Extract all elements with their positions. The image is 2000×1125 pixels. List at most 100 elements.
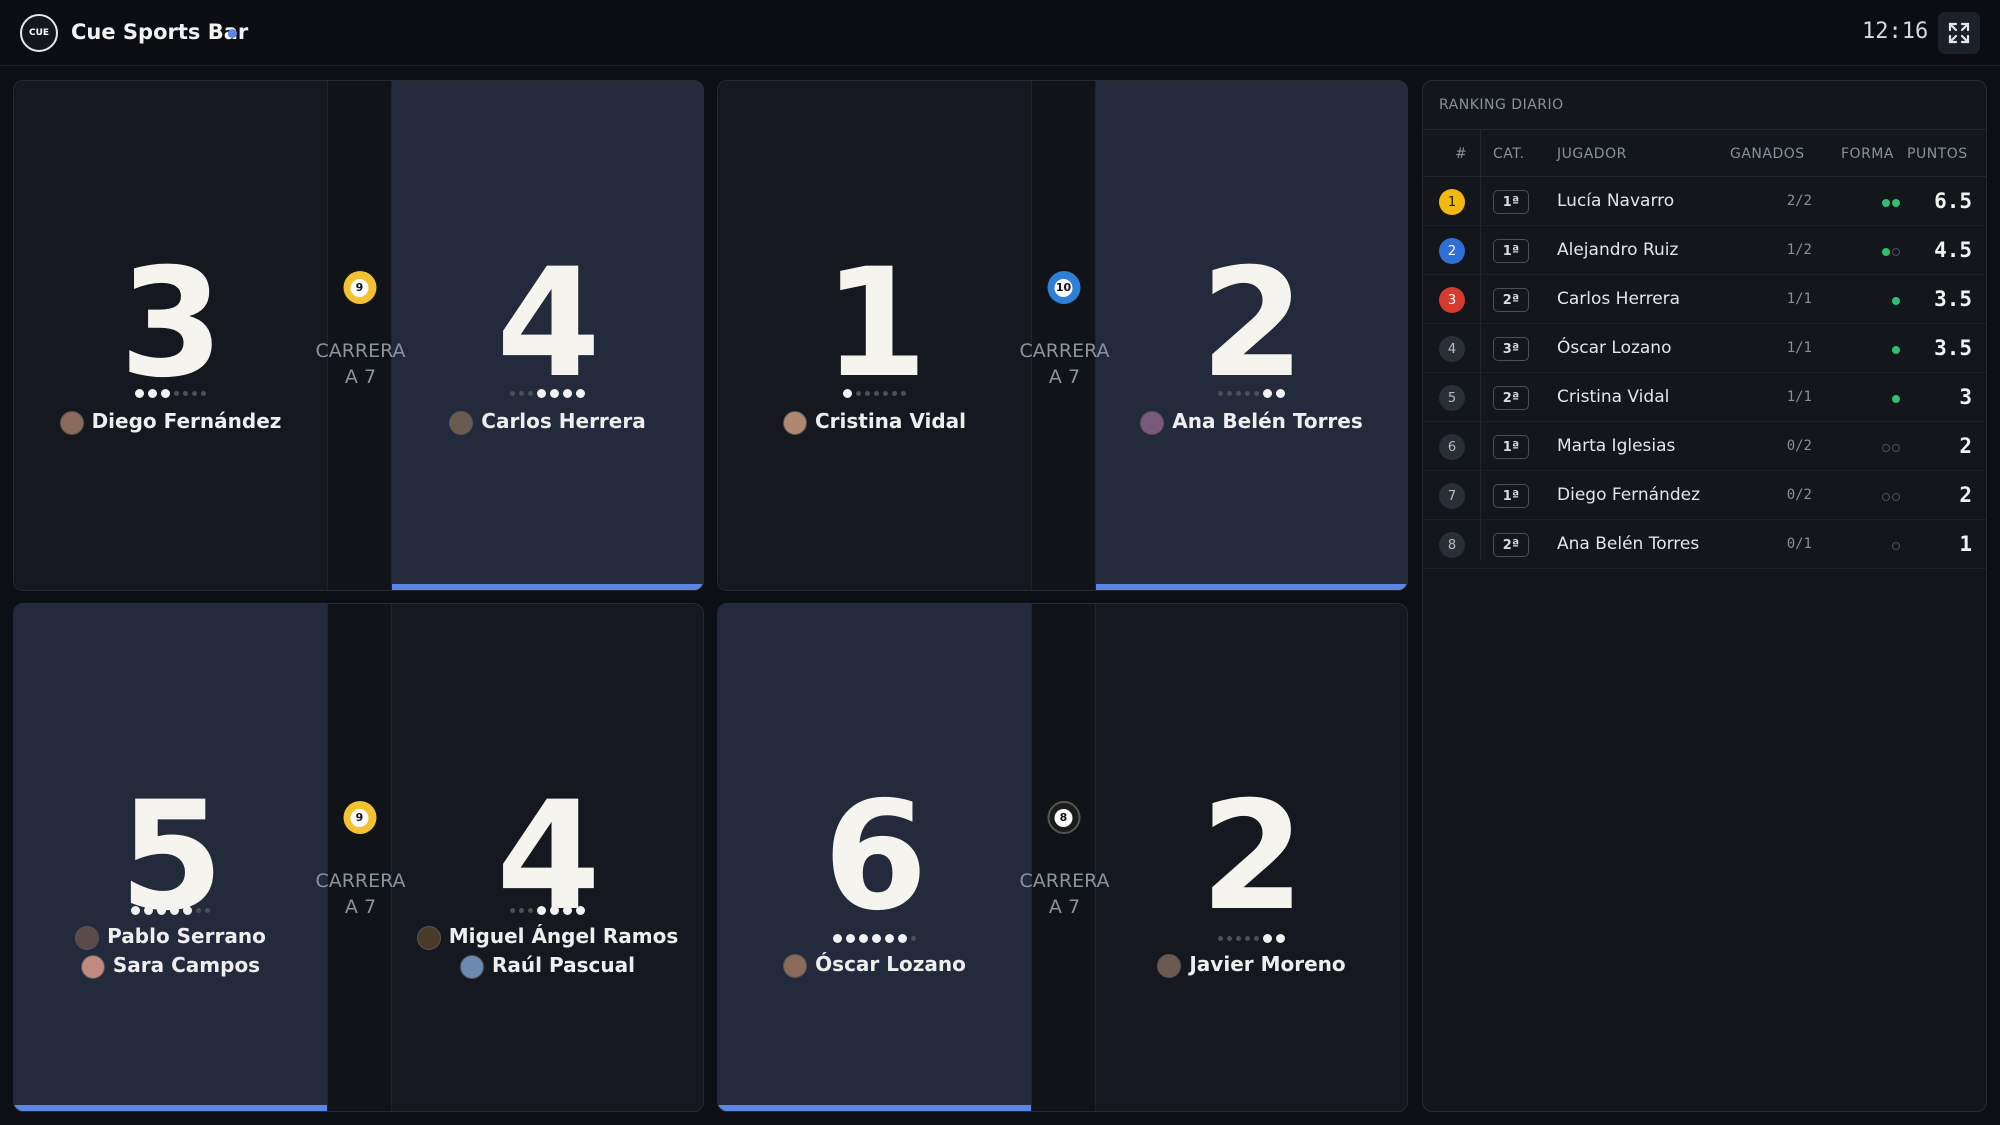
ranking-player-name: Marta Iglesias <box>1557 436 1676 456</box>
rack-won-dot <box>537 906 546 915</box>
games-won: 2/2 <box>1786 193 1812 209</box>
right-side-panel: 2 Ana Belén Torres <box>1096 81 1407 590</box>
live-status-dot <box>228 29 237 38</box>
ranking-row[interactable]: 8 2ª Ana Belén Torres 0/1 1 <box>1423 520 1986 569</box>
rack-won-dot <box>1276 389 1285 398</box>
col-form: FORMA <box>1841 146 1894 162</box>
ranking-row[interactable]: 5 2ª Cristina Vidal 1/1 3 <box>1423 373 1986 422</box>
ranking-row[interactable]: 1 1ª Lucía Navarro 2/2 6.5 <box>1423 177 1986 226</box>
player-avatar <box>75 925 100 950</box>
rack-pending-dot <box>856 391 861 396</box>
rack-won-dot <box>563 906 572 915</box>
rack-won-dot <box>170 906 179 915</box>
ranking-row[interactable]: 3 2ª Carlos Herrera 1/1 3.5 <box>1423 275 1986 324</box>
rack-won-dot <box>550 906 559 915</box>
ball-number: 9 <box>350 278 369 297</box>
category-badge: 1ª <box>1493 190 1529 214</box>
category-badge: 2ª <box>1493 386 1529 410</box>
ranking-header-row: # CAT. JUGADOR GANADOS FORMA PUNTOS <box>1423 129 1986 177</box>
category-badge: 3ª <box>1493 337 1529 361</box>
form-indicator <box>1890 297 1900 305</box>
right-side-panel: 4 Miguel Ángel Ramos Raúl Pascual <box>392 604 703 1111</box>
player-name: Raúl Pascual <box>392 953 703 979</box>
daily-ranking-panel: RANKING DIARIO # CAT. JUGADOR GANADOS FO… <box>1422 80 1987 1112</box>
player-name: Sara Campos <box>14 953 327 979</box>
rack-pending-dot <box>892 391 897 396</box>
right-rack-progress <box>1096 389 1407 398</box>
top-bar: CUE Cue Sports Bar 12:16 <box>0 0 2000 66</box>
player-name: Ana Belén Torres <box>1096 409 1407 435</box>
active-turn-bar <box>718 1105 1031 1111</box>
logo-text: CUE <box>28 28 50 38</box>
player-name: Miguel Ángel Ramos <box>392 924 703 950</box>
form-win-dot <box>1892 297 1900 305</box>
ranking-player-name: Diego Fernández <box>1557 485 1701 505</box>
form-win-dot <box>1892 346 1900 354</box>
player-name: Javier Moreno <box>1096 952 1407 978</box>
rack-pending-dot <box>865 391 870 396</box>
form-indicator <box>1890 542 1900 550</box>
right-side-panel: 2 Javier Moreno <box>1096 604 1407 1111</box>
rack-pending-dot <box>528 391 533 396</box>
rack-won-dot <box>161 389 170 398</box>
fullscreen-button[interactable] <box>1938 12 1980 54</box>
form-indicator <box>1890 346 1900 354</box>
games-won: 1/2 <box>1786 242 1812 258</box>
rack-pending-dot <box>1236 936 1241 941</box>
games-won: 1/1 <box>1786 291 1812 307</box>
rack-pending-dot <box>1218 391 1223 396</box>
form-win-dot <box>1892 395 1900 403</box>
ranking-points: 3.5 <box>1934 287 1972 311</box>
rack-pending-dot <box>196 908 201 913</box>
games-won: 0/2 <box>1786 438 1812 454</box>
right-side-panel: 4 Carlos Herrera <box>392 81 703 590</box>
race-to-label: CARRERA A 7 <box>298 338 423 390</box>
ranking-row[interactable]: 7 1ª Diego Fernández 0/2 2 <box>1423 471 1986 520</box>
rack-pending-dot <box>201 391 206 396</box>
race-to-label: CARRERA A 7 <box>298 868 423 920</box>
games-won: 0/1 <box>1786 536 1812 552</box>
pool-table-card: 1 Cristina Vidal 2 Ana Belén Torres 10 CARRER… <box>717 80 1408 591</box>
pool-ball-icon: 9 <box>343 801 376 834</box>
race-to-label: CARRERA A 7 <box>1002 868 1127 920</box>
left-rack-progress <box>718 389 1031 398</box>
race-label-line1: CARRERA <box>1019 870 1110 892</box>
rank-position-badge: 5 <box>1439 385 1465 411</box>
ranking-points: 4.5 <box>1934 238 1972 262</box>
rack-pending-dot <box>510 391 515 396</box>
player-name: Diego Fernández <box>14 409 327 435</box>
rack-won-dot <box>872 934 881 943</box>
ranking-player-name: Lucía Navarro <box>1557 191 1675 211</box>
rank-position-badge: 7 <box>1439 483 1465 509</box>
cue-logo: CUE <box>20 14 58 52</box>
rack-won-dot <box>183 906 192 915</box>
active-turn-bar <box>14 1105 327 1111</box>
col-won: GANADOS <box>1730 146 1805 162</box>
rack-pending-dot <box>911 936 916 941</box>
rack-pending-dot <box>1245 391 1250 396</box>
rack-won-dot <box>537 389 546 398</box>
ball-number: 10 <box>1054 278 1073 297</box>
ranking-row[interactable]: 2 1ª Alejandro Ruiz 1/2 4.5 <box>1423 226 1986 275</box>
rank-position-badge: 4 <box>1439 336 1465 362</box>
rack-pending-dot <box>1245 936 1250 941</box>
form-loss-dot <box>1892 444 1900 452</box>
player-avatar <box>416 925 441 950</box>
ranking-row[interactable]: 4 3ª Óscar Lozano 1/1 3.5 <box>1423 324 1986 373</box>
rack-pending-dot <box>883 391 888 396</box>
ranking-player-name: Alejandro Ruiz <box>1557 240 1679 260</box>
left-side-panel: 1 Cristina Vidal <box>718 81 1031 590</box>
player-avatar <box>1140 410 1165 435</box>
race-label-line1: CARRERA <box>1019 340 1110 362</box>
form-loss-dot <box>1882 493 1890 501</box>
form-indicator <box>1880 199 1900 207</box>
rack-pending-dot <box>192 391 197 396</box>
category-badge: 2ª <box>1493 288 1529 312</box>
rack-pending-dot <box>174 391 179 396</box>
rack-won-dot <box>550 389 559 398</box>
rack-pending-dot <box>1254 391 1259 396</box>
rank-position-badge: 6 <box>1439 434 1465 460</box>
player-avatar <box>460 954 485 979</box>
ranking-row[interactable]: 6 1ª Marta Iglesias 0/2 2 <box>1423 422 1986 471</box>
form-loss-dot <box>1892 493 1900 501</box>
